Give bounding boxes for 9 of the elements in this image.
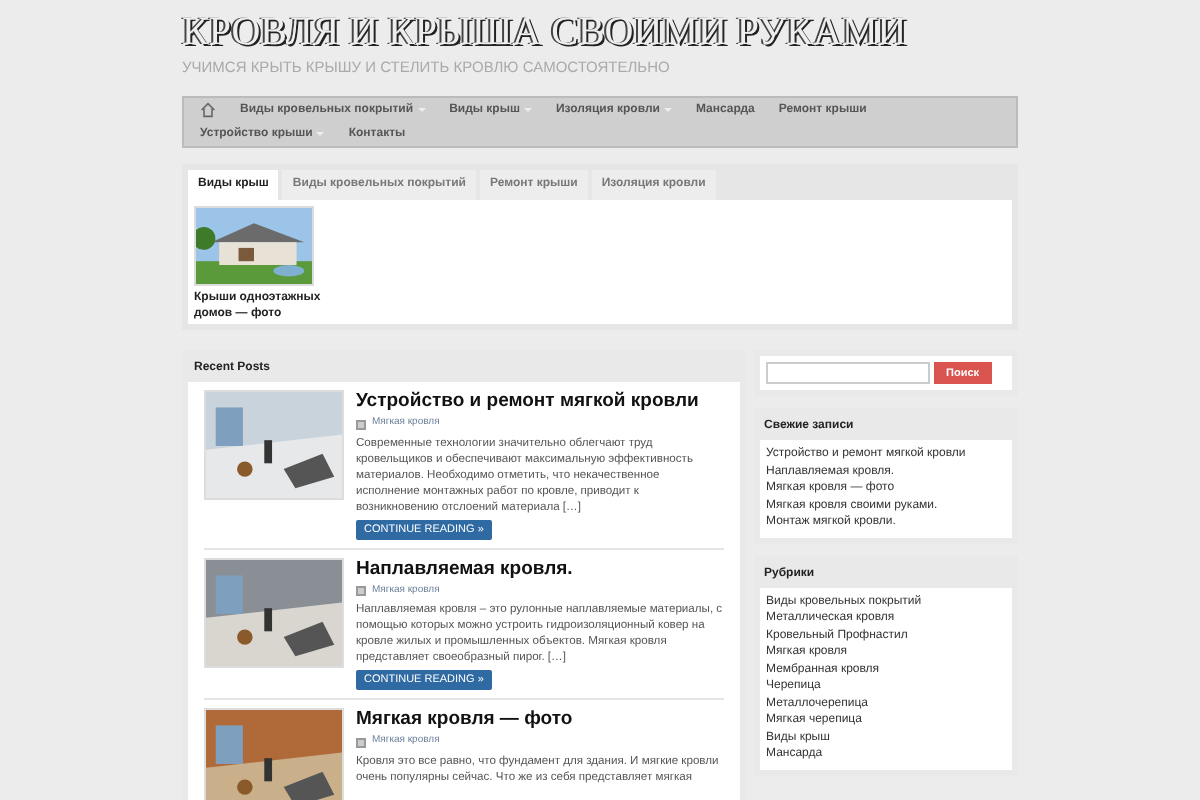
post-title[interactable]: Наплавляемая кровля. [356, 557, 724, 580]
post-title[interactable]: Мягкая кровля — фото [356, 708, 724, 731]
folder-icon [356, 419, 366, 429]
site-title[interactable]: КРОВЛЯ И КРЫША СВОИМИ РУКАМИ [182, 10, 1018, 54]
folder-icon [356, 737, 366, 747]
home-icon[interactable] [200, 102, 216, 119]
search-field[interactable] [766, 362, 930, 385]
post-title[interactable]: Устройство и ремонт мягкой кровли [356, 390, 724, 413]
folder-icon [356, 586, 366, 596]
